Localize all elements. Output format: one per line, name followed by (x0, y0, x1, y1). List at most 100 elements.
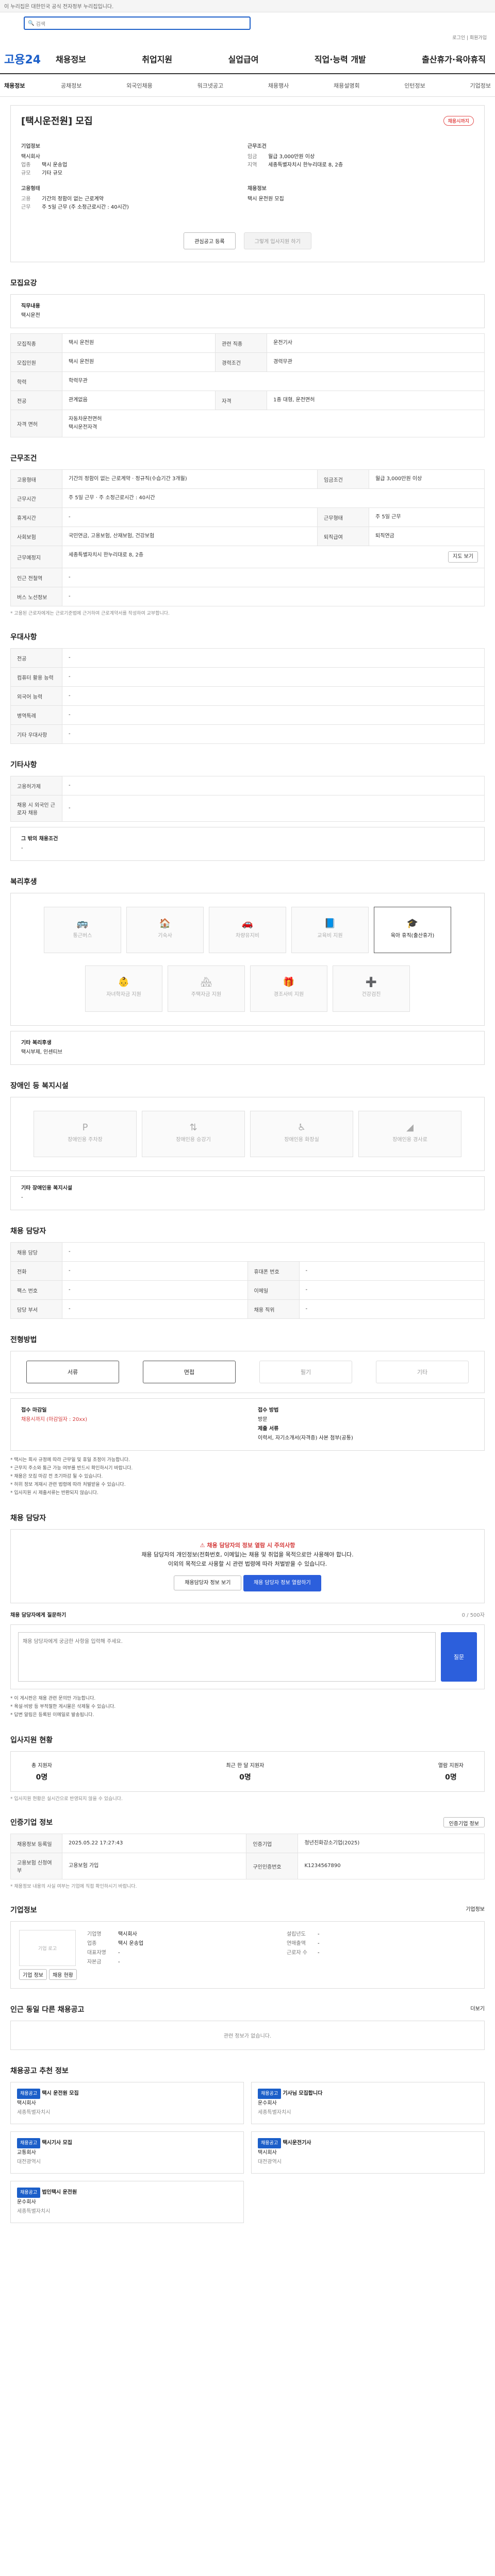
rec-card[interactable]: 채용공고 기사님 모집합니다 운수회사 세종특별자치시 (251, 2082, 485, 2124)
lnb-current[interactable]: 채용정보 (4, 81, 61, 90)
text: 채용 담당자에게 질문하기 (10, 1613, 67, 1618)
lnb-item[interactable]: 공채정보 (61, 81, 81, 90)
text: 기타 장애인용 복지시설 (21, 1185, 72, 1191)
apply-button[interactable]: 그렇게 입사지원 하기 (243, 232, 311, 249)
gnb-item[interactable]: 직업·능력 개발 (315, 53, 366, 65)
text: * 허위 정보 게재시 관련 법령에 따라 처벌받을 수 있습니다. (10, 1482, 126, 1487)
cert-info-button[interactable]: 인증기업 정보 (443, 1817, 485, 1827)
table-header-cell: 고용허가제 (10, 776, 62, 795)
rec-card[interactable]: 채용공고 택시 운전원 모집 택시회사 세종특별자치시 (10, 2082, 244, 2124)
text: 운수회사 (258, 2100, 277, 2106)
lnb-item[interactable]: 기업정보 (470, 81, 491, 90)
lnb-item[interactable]: 채용행사 (268, 81, 289, 90)
text: 세종특별자치시 (17, 2110, 51, 2115)
view-contact-button[interactable]: 채용담당자 정보 보기 (174, 1575, 242, 1590)
table-cell: - (61, 507, 318, 527)
text: 서류 (67, 1369, 78, 1376)
rec-card[interactable]: 채용공고 택시운전기사 택시회사 대전광역시 (251, 2131, 485, 2174)
table-cell: - (62, 724, 485, 744)
gnb-item[interactable]: 출산휴가·육아휴직 (422, 53, 486, 65)
login-row: 로그인 | 회원가입 (452, 36, 487, 41)
gnb-item[interactable]: 실업급여 (228, 53, 259, 65)
table-header-cell: 학력 (10, 371, 62, 391)
text: 기타사항 (10, 761, 37, 769)
text: 택시회사 (17, 2100, 36, 2106)
table-header-cell: 채용 담당 (10, 1242, 62, 1262)
text: 0명 (445, 1773, 457, 1782)
text: 업종 (87, 1941, 97, 1946)
text: 최근 한 달 지원자 (226, 1763, 265, 1769)
table-header-cell: 병역특례 (10, 705, 62, 725)
text: 0명 (36, 1773, 48, 1782)
text: * 고용된 근로자에게는 근로기준법에 근거하여 근로계약서를 작성하여 교부합… (10, 611, 170, 616)
text: 세종특별자치시 (17, 2209, 51, 2214)
text: 면접 (184, 1369, 195, 1376)
corp-jobs-button[interactable]: 채용 현황 (48, 1969, 77, 1980)
text: 채용 담당자의 정보 열람 시 주의사항 (207, 1542, 295, 1549)
text: 월급 3,000만원 이상 (268, 154, 315, 160)
text: 주 5일 근무 (주 소정근로시간 : 40시간) (42, 205, 129, 210)
gnb-item[interactable]: 채용정보 (56, 53, 86, 65)
text: 택시 운전원 모집 (248, 196, 284, 202)
text: 장애인 등 복지시설 (10, 1082, 69, 1090)
section-preference: 우대사항 전공 - 컴퓨터 활용 능력 - 외국어 능력 - 병역특례 - 기타 우대사… (10, 632, 485, 744)
table-header-cell: 채용정보 등록일 (10, 1834, 62, 1853)
home-loan-icon: 🏘 (200, 977, 212, 988)
facility-item: ◢ 장애인용 경사로 (358, 1111, 461, 1157)
save-job-button[interactable]: 관심공고 등록 (184, 232, 236, 249)
map-button[interactable]: 지도 보기 (448, 551, 478, 563)
text: 자동차운전면허 (69, 416, 102, 422)
gnb-item[interactable]: 취업지원 (142, 53, 172, 65)
corp-info-button[interactable]: 기업 정보 (19, 1969, 47, 1980)
table-cell: - (299, 1261, 485, 1281)
text: 택시회사 (258, 2150, 277, 2156)
text: 이력서, 자기소개서(자격증) 사본 첨부(공통) (258, 1435, 353, 1441)
join-link[interactable]: 회원가입 (470, 36, 487, 41)
text: 방문 (258, 1417, 268, 1422)
company-logo: 기업 로고 (19, 1930, 76, 1966)
text: 교육비 지원 (317, 933, 343, 939)
related-more-link[interactable]: 더보기 (470, 2004, 485, 2021)
table-header-cell: 관련 직종 (215, 333, 268, 353)
rec-card[interactable]: 채용공고 택시기사 모집 교통회사 대전광역시 (10, 2131, 244, 2174)
text: * 채용은 모집 마감 전 조기마감 될 수 있습니다. (10, 1474, 103, 1479)
warning-text: ⚠ 채용 담당자의 정보 열람 시 주의사항 (22, 1541, 473, 1550)
login-link[interactable]: 로그인 (452, 36, 465, 41)
text: 세종특별자치시 한누리대로 8, 2층 (69, 552, 144, 558)
facility-item: ⇅ 장애인용 승강기 (142, 1111, 245, 1157)
rec-card[interactable]: 채용공고 법인택시 운전원 운수회사 세종특별자치시 (10, 2181, 244, 2223)
open-contact-button[interactable]: 채용 담당자 정보 열람하기 (243, 1575, 321, 1591)
corp-more-link[interactable]: 기업정보 (466, 1905, 485, 1921)
text: 기타 복리후생 (21, 1040, 52, 1046)
table-header-cell: 인증기업 (246, 1834, 299, 1853)
table-cell: 택시 운전원 (61, 333, 216, 353)
step-doc: 서류 (26, 1361, 119, 1383)
text: * 근무지 주소와 통근 가능 여부를 반드시 확인하시기 바랍니다. (10, 1466, 133, 1471)
benefit-item: 📘 교육비 지원 (291, 907, 369, 953)
table-cell: 청년친화강소기업(2025) (298, 1834, 485, 1853)
text: 인근 동일 다른 채용공고 (10, 2006, 85, 2014)
search-input[interactable]: 🔍 검색 (24, 16, 251, 30)
table-header-cell: 외국어 능력 (10, 686, 62, 706)
site-logo[interactable]: 고용24 (4, 50, 56, 67)
question-input[interactable] (18, 1632, 436, 1682)
text: * 답변 알림은 등록된 이메일로 발송됩니다. (10, 1713, 94, 1718)
question-submit-button[interactable]: 질문 (441, 1632, 477, 1682)
lnb-item[interactable]: 워크넷공고 (197, 81, 224, 90)
text: 근무조건 (10, 454, 37, 463)
text: 법인택시 운전원 (42, 2190, 77, 2195)
lnb-item[interactable]: 인턴정보 (404, 81, 425, 90)
text: 차량유지비 (236, 933, 259, 939)
text: 이외의 목적으로 사용할 시 관련 법령에 따라 처벌받을 수 있습니다. (168, 1561, 327, 1567)
text: 대전광역시 (17, 2159, 41, 2165)
text: 열람 지원자 (438, 1763, 464, 1769)
section-title: 모집요강 (10, 279, 37, 287)
lnb-item[interactable]: 외국인채용 (126, 81, 153, 90)
text: 필기 (300, 1369, 311, 1376)
table-cell: - (62, 776, 485, 795)
table-header-cell: 근무형태 (317, 507, 370, 527)
text: 채용시까지 (마감일자 : 20xx) (21, 1417, 88, 1422)
benefit-item-active: 🎓 육아 휴직(출산휴가) (374, 907, 451, 953)
table-cell: 주 5일 근무 (369, 507, 485, 527)
lnb-item[interactable]: 채용설명회 (334, 81, 360, 90)
